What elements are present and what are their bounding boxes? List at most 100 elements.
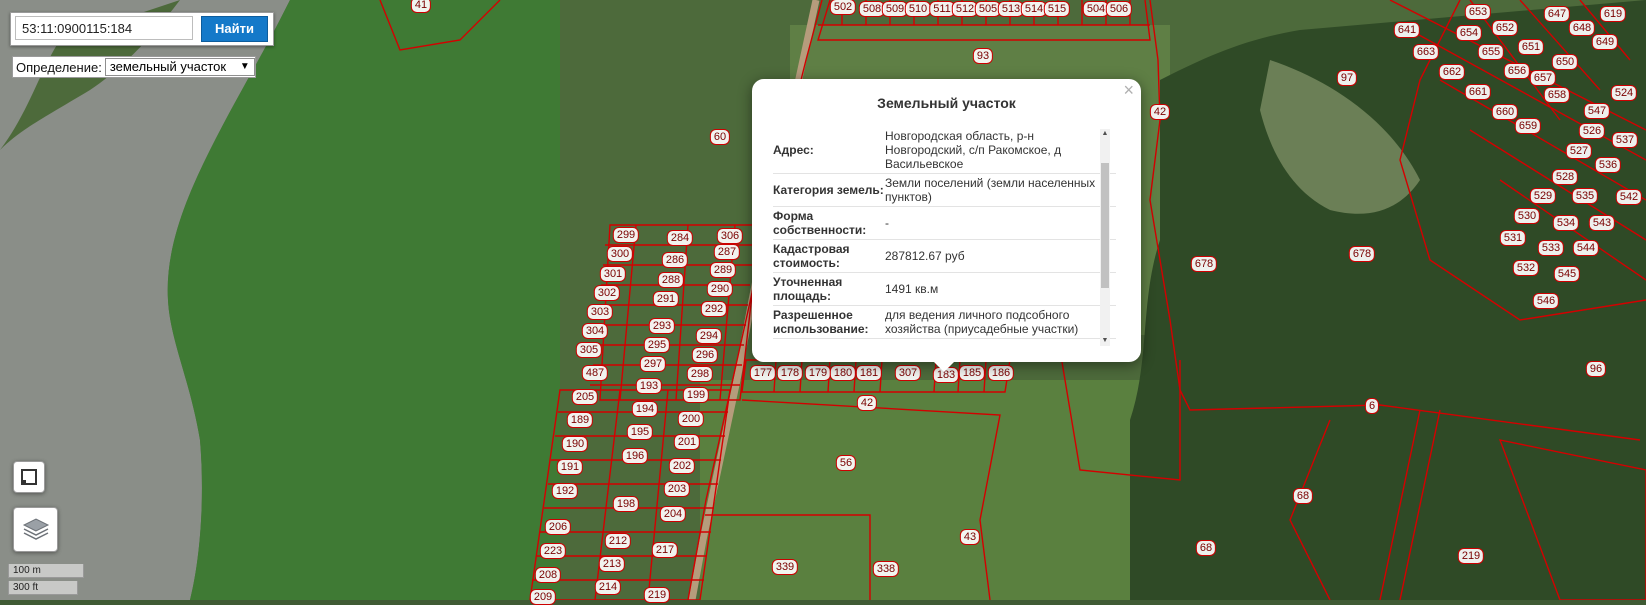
parcel-number-label[interactable]: 533 xyxy=(1537,240,1565,256)
parcel-number-label[interactable]: 531 xyxy=(1499,230,1527,246)
parcel-number-label[interactable]: 532 xyxy=(1512,260,1540,276)
search-button[interactable]: Найти xyxy=(201,16,268,42)
cadastral-search-input[interactable] xyxy=(15,16,193,40)
parcel-number-label[interactable]: 502 xyxy=(829,0,857,15)
parcel-number-label[interactable]: 301 xyxy=(599,266,627,282)
parcel-number-label[interactable]: 302 xyxy=(593,285,621,301)
parcel-number-label[interactable]: 203 xyxy=(663,481,691,497)
parcel-number-label[interactable]: 529 xyxy=(1529,188,1557,204)
parcel-number-label[interactable]: 537 xyxy=(1611,132,1639,148)
parcel-number-label[interactable]: 652 xyxy=(1491,20,1519,36)
scroll-down-icon[interactable]: ▼ xyxy=(1100,336,1110,346)
parcel-number-label[interactable]: 192 xyxy=(551,483,579,499)
parcel-number-label[interactable]: 96 xyxy=(1585,361,1607,377)
parcel-number-label[interactable]: 650 xyxy=(1551,54,1579,70)
parcel-number-label[interactable]: 206 xyxy=(544,519,572,535)
parcel-number-label[interactable]: 651 xyxy=(1517,39,1545,55)
parcel-number-label[interactable]: 200 xyxy=(677,411,705,427)
parcel-number-label[interactable]: 195 xyxy=(626,424,654,440)
parcel-number-label[interactable]: 209 xyxy=(529,589,557,605)
parcel-number-label[interactable]: 214 xyxy=(594,579,622,595)
parcel-number-label[interactable]: 213 xyxy=(598,556,626,572)
popup-scrollbar[interactable]: ▲ ▼ xyxy=(1100,129,1110,346)
parcel-number-label[interactable]: 284 xyxy=(666,230,694,246)
parcel-number-label[interactable]: 212 xyxy=(604,533,632,549)
parcel-number-label[interactable]: 296 xyxy=(691,347,719,363)
parcel-number-label[interactable]: 194 xyxy=(631,401,659,417)
parcel-number-label[interactable]: 297 xyxy=(639,356,667,372)
parcel-number-label[interactable]: 534 xyxy=(1552,215,1580,231)
parcel-number-label[interactable]: 524 xyxy=(1610,85,1638,101)
parcel-number-label[interactable]: 338 xyxy=(872,561,900,577)
parcel-number-label[interactable]: 298 xyxy=(686,366,714,382)
parcel-number-label[interactable]: 662 xyxy=(1438,64,1466,80)
parcel-number-label[interactable]: 295 xyxy=(643,337,671,353)
parcel-number-label[interactable]: 190 xyxy=(561,436,589,452)
parcel-number-label[interactable]: 289 xyxy=(709,262,737,278)
parcel-number-label[interactable]: 300 xyxy=(606,246,634,262)
parcel-number-label[interactable]: 542 xyxy=(1615,189,1643,205)
parcel-number-label[interactable]: 288 xyxy=(657,272,685,288)
parcel-number-label[interactable]: 219 xyxy=(1457,548,1485,564)
parcel-number-label[interactable]: 303 xyxy=(586,304,614,320)
parcel-number-label[interactable]: 678 xyxy=(1190,256,1218,272)
parcel-number-label[interactable]: 661 xyxy=(1464,84,1492,100)
parcel-number-label[interactable]: 663 xyxy=(1412,44,1440,60)
parcel-number-label[interactable]: 219 xyxy=(643,587,671,603)
parcel-number-label[interactable]: 656 xyxy=(1503,63,1531,79)
scrollbar-thumb[interactable] xyxy=(1101,163,1109,288)
parcel-number-label[interactable]: 657 xyxy=(1529,70,1557,86)
fullscreen-button[interactable] xyxy=(13,461,45,493)
parcel-number-label[interactable]: 68 xyxy=(1195,540,1217,556)
parcel-number-label[interactable]: 217 xyxy=(651,542,679,558)
parcel-number-label[interactable]: 193 xyxy=(635,378,663,394)
parcel-number-label[interactable]: 41 xyxy=(410,0,432,13)
parcel-number-label[interactable]: 208 xyxy=(534,567,562,583)
parcel-number-label[interactable]: 619 xyxy=(1599,6,1627,22)
parcel-number-label[interactable]: 293 xyxy=(648,318,676,334)
parcel-number-label[interactable]: 60 xyxy=(709,129,731,145)
parcel-number-label[interactable]: 196 xyxy=(621,448,649,464)
parcel-number-label[interactable]: 291 xyxy=(652,291,680,307)
definition-select[interactable]: земельный участок ▼ xyxy=(104,58,255,76)
parcel-number-label[interactable]: 202 xyxy=(668,458,696,474)
parcel-number-label[interactable]: 204 xyxy=(659,506,687,522)
parcel-number-label[interactable]: 546 xyxy=(1532,293,1560,309)
parcel-number-label[interactable]: 43 xyxy=(959,529,981,545)
parcel-number-label[interactable]: 641 xyxy=(1393,22,1421,38)
parcel-number-label[interactable]: 299 xyxy=(612,227,640,243)
parcel-number-label[interactable]: 201 xyxy=(673,434,701,450)
parcel-number-label[interactable]: 42 xyxy=(1149,104,1171,120)
parcel-number-label[interactable]: 304 xyxy=(581,323,609,339)
parcel-number-label[interactable]: 543 xyxy=(1588,215,1616,231)
parcel-number-label[interactable]: 286 xyxy=(661,252,689,268)
parcel-number-label[interactable]: 287 xyxy=(713,244,741,260)
parcel-number-label[interactable]: 678 xyxy=(1348,246,1376,262)
parcel-number-label[interactable]: 199 xyxy=(682,387,710,403)
layers-button[interactable] xyxy=(13,507,58,552)
parcel-number-label[interactable]: 527 xyxy=(1565,143,1593,159)
parcel-number-label[interactable]: 648 xyxy=(1568,20,1596,36)
parcel-number-label[interactable]: 191 xyxy=(556,459,584,475)
parcel-number-label[interactable]: 290 xyxy=(706,281,734,297)
scroll-up-icon[interactable]: ▲ xyxy=(1100,129,1110,139)
parcel-number-label[interactable]: 660 xyxy=(1491,104,1519,120)
parcel-number-label[interactable]: 223 xyxy=(539,543,567,559)
parcel-number-label[interactable]: 339 xyxy=(771,559,799,575)
parcel-number-label[interactable]: 530 xyxy=(1513,208,1541,224)
parcel-number-label[interactable]: 544 xyxy=(1572,240,1600,256)
parcel-number-label[interactable]: 649 xyxy=(1591,34,1619,50)
parcel-number-label[interactable]: 205 xyxy=(571,389,599,405)
parcel-number-label[interactable]: 647 xyxy=(1543,6,1571,22)
parcel-number-label[interactable]: 305 xyxy=(575,342,603,358)
parcel-number-label[interactable]: 6 xyxy=(1364,398,1380,414)
parcel-number-label[interactable]: 547 xyxy=(1583,103,1611,119)
parcel-number-label[interactable]: 198 xyxy=(612,496,640,512)
parcel-number-label[interactable]: 68 xyxy=(1292,488,1314,504)
parcel-number-label[interactable]: 294 xyxy=(695,328,723,344)
parcel-number-label[interactable]: 528 xyxy=(1551,169,1579,185)
parcel-number-label[interactable]: 653 xyxy=(1464,4,1492,20)
parcel-number-label[interactable]: 306 xyxy=(716,228,744,244)
parcel-number-label[interactable]: 654 xyxy=(1455,25,1483,41)
parcel-number-label[interactable]: 545 xyxy=(1553,266,1581,282)
